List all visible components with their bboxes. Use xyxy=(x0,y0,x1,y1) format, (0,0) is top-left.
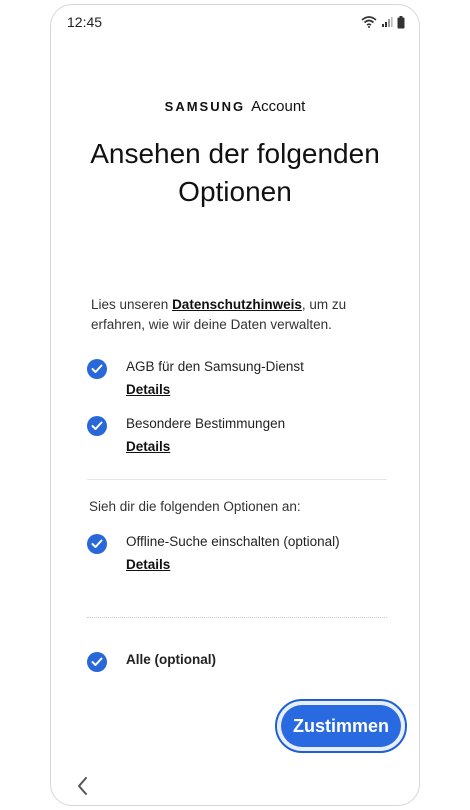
section-divider xyxy=(87,479,387,480)
check-icon xyxy=(91,364,103,373)
terms-details-link[interactable]: Details xyxy=(126,380,304,400)
terms-checkbox[interactable] xyxy=(87,359,107,379)
phone-frame: 12:45 SAMSUNG Account Ansehen der folgen… xyxy=(50,4,420,806)
agree-button[interactable]: Zustimmen xyxy=(281,705,401,747)
signal-icon xyxy=(382,17,393,27)
offline-search-checkbox[interactable] xyxy=(87,534,107,554)
brand-account: Account xyxy=(251,98,306,115)
all-checkbox[interactable] xyxy=(87,652,107,672)
wifi-icon xyxy=(361,16,377,28)
optional-section-label: Sieh dir die folgenden Optionen an: xyxy=(89,499,301,514)
brand-samsung: SAMSUNG xyxy=(164,99,246,114)
privacy-intro: Lies unseren Datenschutzhinweis, um zu e… xyxy=(91,295,391,335)
dotted-divider xyxy=(87,617,387,618)
intro-prefix: Lies unseren xyxy=(91,297,173,312)
special-terms-checkbox[interactable] xyxy=(87,416,107,436)
terms-label: AGB für den Samsung-Dienst xyxy=(126,359,304,374)
battery-icon xyxy=(397,15,405,28)
status-icons xyxy=(361,15,405,29)
privacy-notice-link[interactable]: Datenschutzhinweis xyxy=(172,297,302,312)
offline-search-label: Offline-Suche einschalten (optional) xyxy=(126,534,340,549)
check-icon xyxy=(91,421,103,430)
offline-search-details-link[interactable]: Details xyxy=(126,555,340,575)
brand-logo: SAMSUNG Account xyxy=(51,98,419,115)
status-bar: 12:45 xyxy=(51,5,419,39)
special-terms-details-link[interactable]: Details xyxy=(126,437,285,457)
all-label: Alle (optional) xyxy=(126,652,216,667)
check-icon xyxy=(91,657,103,666)
page-title: Ansehen der folgenden Optionen xyxy=(90,138,380,207)
check-icon xyxy=(91,539,103,548)
back-chevron-icon[interactable] xyxy=(75,775,91,797)
status-time: 12:45 xyxy=(67,14,103,30)
special-terms-label: Besondere Bestimmungen xyxy=(126,416,286,431)
